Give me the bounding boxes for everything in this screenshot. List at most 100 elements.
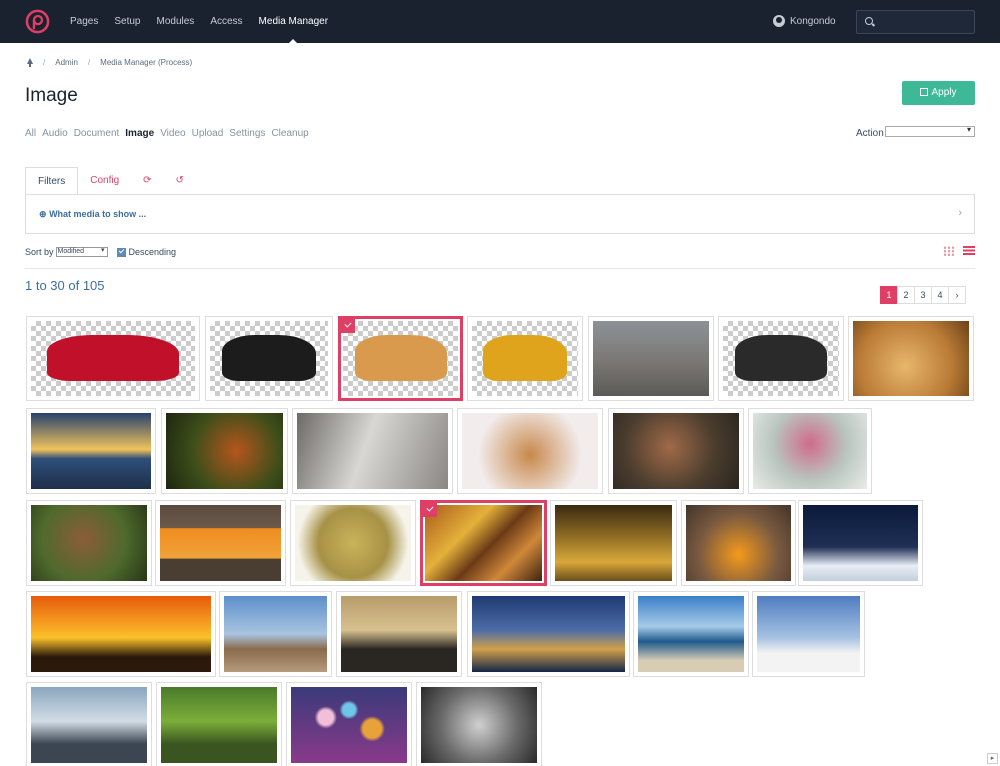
thumbnail-winter-town[interactable]	[26, 682, 152, 766]
squirrel-image	[166, 413, 283, 489]
pagination: 1 2 3 4 ›	[880, 286, 966, 304]
coffee-cup-cutout	[482, 334, 568, 381]
bicycle-image	[723, 321, 839, 396]
processwire-logo-icon[interactable]	[25, 9, 50, 34]
thumbnail-bread-rolls[interactable]	[848, 316, 974, 401]
type-cleanup[interactable]: Cleanup	[271, 128, 308, 139]
thumbnail-safari-sunset[interactable]	[26, 591, 216, 677]
type-audio[interactable]: Audio	[42, 128, 68, 139]
user-menu[interactable]: Kongondo	[773, 15, 836, 27]
thumbnail-snowy-church[interactable]	[752, 591, 865, 677]
top-nav-bar: Pages Setup Modules Access Media Manager…	[0, 0, 1000, 43]
tower-bridge-image	[472, 596, 625, 672]
thumbnail-coffee-cup[interactable]	[467, 316, 583, 401]
media-type-nav: All Audio Document Image Video Upload Se…	[25, 128, 315, 139]
sort-controls: Sort by Modified Descending	[25, 247, 176, 257]
bread-loaf-image	[343, 321, 458, 396]
apply-button-label: Apply	[931, 87, 957, 98]
orange-halves-image	[160, 505, 281, 581]
type-document[interactable]: Document	[74, 128, 120, 139]
thumbnail-spider[interactable]	[26, 500, 152, 586]
thumbnail-coins[interactable]	[290, 500, 416, 586]
bread-rolls-image	[853, 321, 969, 396]
nav-item-access[interactable]: Access	[202, 0, 250, 43]
thumbnail-waffles-berries[interactable]	[457, 408, 603, 494]
thumbnail-tower-bridge[interactable]	[467, 591, 630, 677]
thumbnail-bokeh-lights[interactable]	[286, 682, 412, 766]
thumbnail-bicycle[interactable]	[718, 316, 844, 401]
thumbnail-autumn-avenue[interactable]	[550, 500, 677, 586]
chevron-right-icon[interactable]: ›	[958, 207, 962, 219]
thumbnail-fruit-faces[interactable]	[681, 500, 796, 586]
coins-image	[295, 505, 411, 581]
thumbnail-abstract-painting[interactable]	[420, 500, 547, 586]
thumbnail-winter-forest[interactable]	[798, 500, 923, 586]
list-view-icon[interactable]	[963, 246, 975, 256]
steam-locomotive-image	[210, 321, 328, 396]
type-settings[interactable]: Settings	[229, 128, 265, 139]
user-name: Kongondo	[790, 15, 836, 27]
reset-icon[interactable]: ↺	[164, 167, 196, 195]
thumbnail-sunset-pier[interactable]	[26, 408, 156, 494]
type-image[interactable]: Image	[125, 128, 154, 139]
thumbnail-beach-sea[interactable]	[633, 591, 749, 677]
type-video[interactable]: Video	[160, 128, 185, 139]
thumbnail-watermill[interactable]	[156, 682, 282, 766]
tree-icon[interactable]	[27, 58, 33, 67]
next-page[interactable]: ›	[948, 286, 966, 304]
apply-button[interactable]: Apply	[902, 81, 975, 105]
thumbnail-stone-house[interactable]	[588, 316, 714, 401]
selected-check-icon[interactable]	[423, 503, 437, 517]
spider-image	[31, 505, 147, 581]
breadcrumb-item-admin[interactable]: Admin	[55, 58, 78, 67]
thumbnail-orange-halves[interactable]	[155, 500, 286, 586]
selected-check-icon[interactable]	[341, 319, 355, 333]
filter-panel: ⊕ What media to show ... ›	[25, 194, 975, 234]
mother-child-image	[421, 687, 537, 763]
nav-item-modules[interactable]: Modules	[149, 0, 203, 43]
user-icon	[773, 15, 785, 27]
thumbnail-old-boat[interactable]	[219, 591, 332, 677]
nav-item-media-manager[interactable]: Media Manager	[251, 0, 336, 43]
page-1[interactable]: 1	[880, 286, 898, 304]
page-2[interactable]: 2	[897, 286, 915, 304]
filter-toggle[interactable]: ⊕ What media to show ...	[39, 209, 146, 220]
descending-checkbox[interactable]	[116, 247, 126, 257]
action-label: Action	[856, 128, 884, 139]
tab-filters[interactable]: Filters	[25, 167, 79, 195]
thumbnail-rio-skyline[interactable]	[336, 591, 462, 677]
thumbnail-woman-portrait[interactable]	[608, 408, 744, 494]
action-select[interactable]	[885, 125, 975, 137]
type-all[interactable]: All	[25, 128, 36, 139]
abstract-painting-image	[425, 505, 542, 581]
grid-view-icon[interactable]	[943, 246, 955, 256]
rio-skyline-image	[341, 596, 457, 672]
descending-label: Descending	[128, 247, 177, 257]
page-4[interactable]: 4	[931, 286, 949, 304]
tab-config[interactable]: Config	[78, 167, 131, 195]
page-3[interactable]: 3	[914, 286, 932, 304]
thumbnail-red-car[interactable]	[26, 316, 200, 401]
filter-link-label: What media to show ...	[49, 209, 147, 219]
thumbnail-swan[interactable]	[292, 408, 453, 494]
flowers-snow-image	[753, 413, 867, 489]
thumbnail-steam-locomotive[interactable]	[205, 316, 333, 401]
type-upload[interactable]: Upload	[192, 128, 224, 139]
scroll-corner[interactable]: ▸	[987, 753, 998, 764]
nav-item-pages[interactable]: Pages	[62, 0, 106, 43]
sort-select[interactable]: Modified	[55, 247, 108, 257]
search-plus-icon: ⊕	[39, 209, 47, 219]
nav-item-setup[interactable]: Setup	[106, 0, 148, 43]
thumbnail-squirrel[interactable]	[161, 408, 288, 494]
swan-image	[297, 413, 448, 489]
breadcrumb: / Admin / Media Manager (Process)	[27, 58, 192, 67]
breadcrumb-separator: /	[87, 58, 91, 67]
thumbnail-flowers-snow[interactable]	[748, 408, 872, 494]
refresh-icon[interactable]: ⟳	[131, 167, 163, 195]
page-title: Image	[25, 85, 78, 106]
breadcrumb-item-media-manager[interactable]: Media Manager (Process)	[100, 58, 192, 67]
results-count: 1 to 30 of 105	[25, 278, 105, 293]
search-input[interactable]	[856, 10, 975, 34]
thumbnail-bread-loaf[interactable]	[338, 316, 463, 401]
thumbnail-mother-child[interactable]	[416, 682, 542, 766]
